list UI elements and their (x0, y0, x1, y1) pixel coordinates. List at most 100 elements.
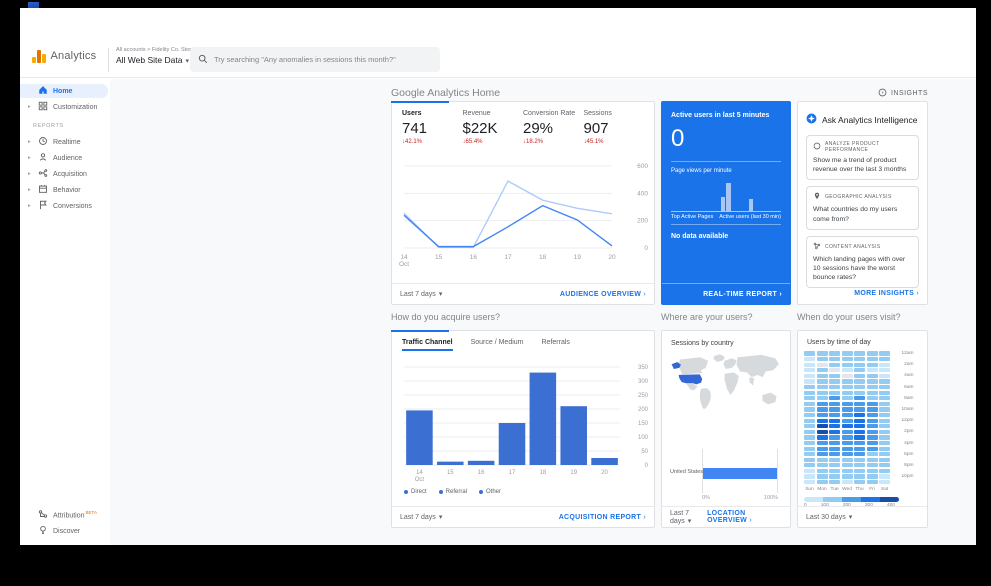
heatmap-cell (841, 362, 853, 367)
tab-traffic-channel[interactable]: Traffic Channel (402, 339, 453, 351)
suggestion-content[interactable]: CONTENT ANALYSIS Which landing pages wit… (806, 235, 919, 289)
heatmap-cell (879, 384, 890, 390)
property-selector[interactable]: All Web Site Data (116, 55, 194, 65)
heatmap-cell (879, 390, 890, 395)
sidebar-item-home[interactable]: Home (20, 84, 108, 98)
svg-text:18: 18 (540, 470, 547, 476)
metric-conversion-rate[interactable]: Conversion Rate 29% ↓18.2% (523, 110, 584, 145)
metric-sessions[interactable]: Sessions 907 ↓45.1% (584, 110, 645, 145)
metric-users[interactable]: Users 741 ↓42.1% (402, 110, 463, 145)
acquisition-card: Traffic Channel Source / Medium Referral… (391, 330, 655, 528)
expand-icon: ▸ (28, 104, 31, 110)
svg-text:150: 150 (638, 421, 649, 427)
heatmap-cell (804, 457, 815, 462)
heatmap-cell (879, 362, 890, 367)
customization-icon (38, 101, 48, 113)
heatmap-cell (841, 463, 853, 468)
suggestion-product-performance[interactable]: ANALYZE PRODUCT PERFORMANCE Show me a tr… (806, 135, 919, 181)
heatmap-cell (854, 429, 865, 434)
heatmap-cell (829, 474, 840, 479)
svg-text:350: 350 (638, 365, 649, 371)
metric-delta: ↓42.1% (402, 139, 423, 145)
heatmap-row (804, 446, 921, 451)
tab-referrals[interactable]: Referrals (542, 339, 570, 351)
sidebar-item-discover[interactable]: Discover (20, 524, 108, 538)
heatmap-cell (816, 457, 828, 462)
search-box[interactable] (190, 47, 440, 72)
sidebar-item-conversions[interactable]: ▸ Conversions (20, 199, 108, 213)
intelligence-title: Ask Analytics Intelligence (822, 115, 918, 125)
heatmap-cell (841, 457, 853, 462)
heatmap-row: 12am (804, 351, 921, 356)
heatmap-cell (866, 412, 878, 418)
heatmap-cell (804, 418, 815, 423)
svg-text:18: 18 (539, 254, 547, 261)
heatmap-cell (854, 384, 865, 390)
heatmap-row: 8am (804, 396, 921, 401)
svg-text:20: 20 (608, 254, 616, 261)
heatmap-cell (866, 440, 878, 446)
sidebar-item-acquisition[interactable]: ▸ Acquisition (20, 167, 108, 181)
heatmap-cell (829, 390, 840, 395)
no-data-label: No data available (671, 233, 729, 240)
heatmap-cell (816, 474, 828, 479)
world-map (671, 354, 779, 409)
sidebar-item-realtime[interactable]: ▸ Realtime (20, 135, 108, 149)
heatmap-cell (879, 373, 890, 378)
time-of-day-heatmap: 12am 2am 4am 6am 8am 10am 12pm 2pm 4pm 6pm 8pm 10pm (798, 351, 927, 485)
sidebar-item-attribution[interactable]: AttributionBETA (20, 508, 108, 522)
audience-overview-link[interactable]: AUDIENCE OVERVIEW (560, 291, 646, 298)
heatmap-cell (829, 351, 840, 356)
sidebar-item-behavior[interactable]: ▸ Behavior (20, 183, 108, 197)
realtime-report-link[interactable]: REAL-TIME REPORT (703, 291, 782, 298)
heatmap-cell (829, 435, 840, 440)
heatmap-cell (879, 407, 890, 412)
heatmap-cell (816, 435, 828, 440)
suggestion-geographic[interactable]: GEOGRAPHIC ANALYSIS What countries do my… (806, 186, 919, 230)
heatmap-row (804, 368, 921, 373)
account-switcher[interactable]: All accounts > Fidelity Co. Store All We… (116, 47, 194, 65)
conversions-flag-icon (38, 200, 48, 212)
date-range-selector[interactable]: Last 7 days (400, 513, 442, 521)
heatmap-cell (816, 429, 828, 434)
time-card: Users by time of day 12am 2am 4am 6am 8am 10a… (797, 330, 928, 528)
heatmap-cell (841, 351, 853, 356)
acquisition-report-link[interactable]: ACQUISITION REPORT (559, 514, 646, 521)
heatmap-cell (866, 424, 878, 429)
tab-source-medium[interactable]: Source / Medium (471, 339, 524, 351)
home-icon (38, 85, 48, 97)
date-range-selector[interactable]: Last 7 days (400, 290, 442, 298)
location-overview-link[interactable]: LOCATION OVERVIEW (707, 510, 782, 524)
heatmap-cell (866, 357, 878, 362)
date-range-selector[interactable]: Last 30 days (806, 513, 852, 521)
heatmap-cell (829, 440, 840, 446)
analytics-logo[interactable]: Analytics (32, 50, 96, 63)
users-trend-line-chart: 0 200 400 600 14Oct 15 16 17 18 19 20 (399, 163, 648, 268)
svg-text:0: 0 (645, 463, 649, 469)
location-section-title: Where are your users? (661, 312, 753, 322)
search-input[interactable] (214, 55, 432, 64)
heatmap-row (804, 480, 921, 485)
svg-text:50: 50 (641, 449, 648, 455)
legend-direct: Direct (404, 489, 427, 495)
metric-revenue[interactable]: Revenue $22K ↓65.4% (463, 110, 524, 145)
active-metric-indicator (391, 101, 449, 103)
heatmap-cell (866, 480, 878, 485)
more-insights-link[interactable]: MORE INSIGHTS (854, 290, 919, 297)
sidebar-item-label: Acquisition (53, 170, 87, 178)
heatmap-cell (829, 480, 840, 485)
heatmap-cell (866, 401, 878, 406)
svg-text:20: 20 (601, 470, 608, 476)
sidebar-item-customization[interactable]: ▸ Customization (20, 100, 108, 114)
date-range-selector[interactable]: Last 7 days (670, 510, 707, 525)
realtime-title: Active users in last 5 minutes (671, 112, 770, 119)
svg-text:15: 15 (447, 470, 454, 476)
heatmap-cell (841, 418, 853, 423)
sidebar-item-audience[interactable]: ▸ Audience (20, 151, 108, 165)
heatmap-cell (816, 468, 828, 474)
insights-button[interactable]: INSIGHTS (878, 88, 928, 99)
heatmap-cell (879, 468, 890, 474)
svg-text:100: 100 (638, 435, 649, 441)
heatmap-cell (854, 412, 865, 418)
heatmap-cell (816, 463, 828, 468)
